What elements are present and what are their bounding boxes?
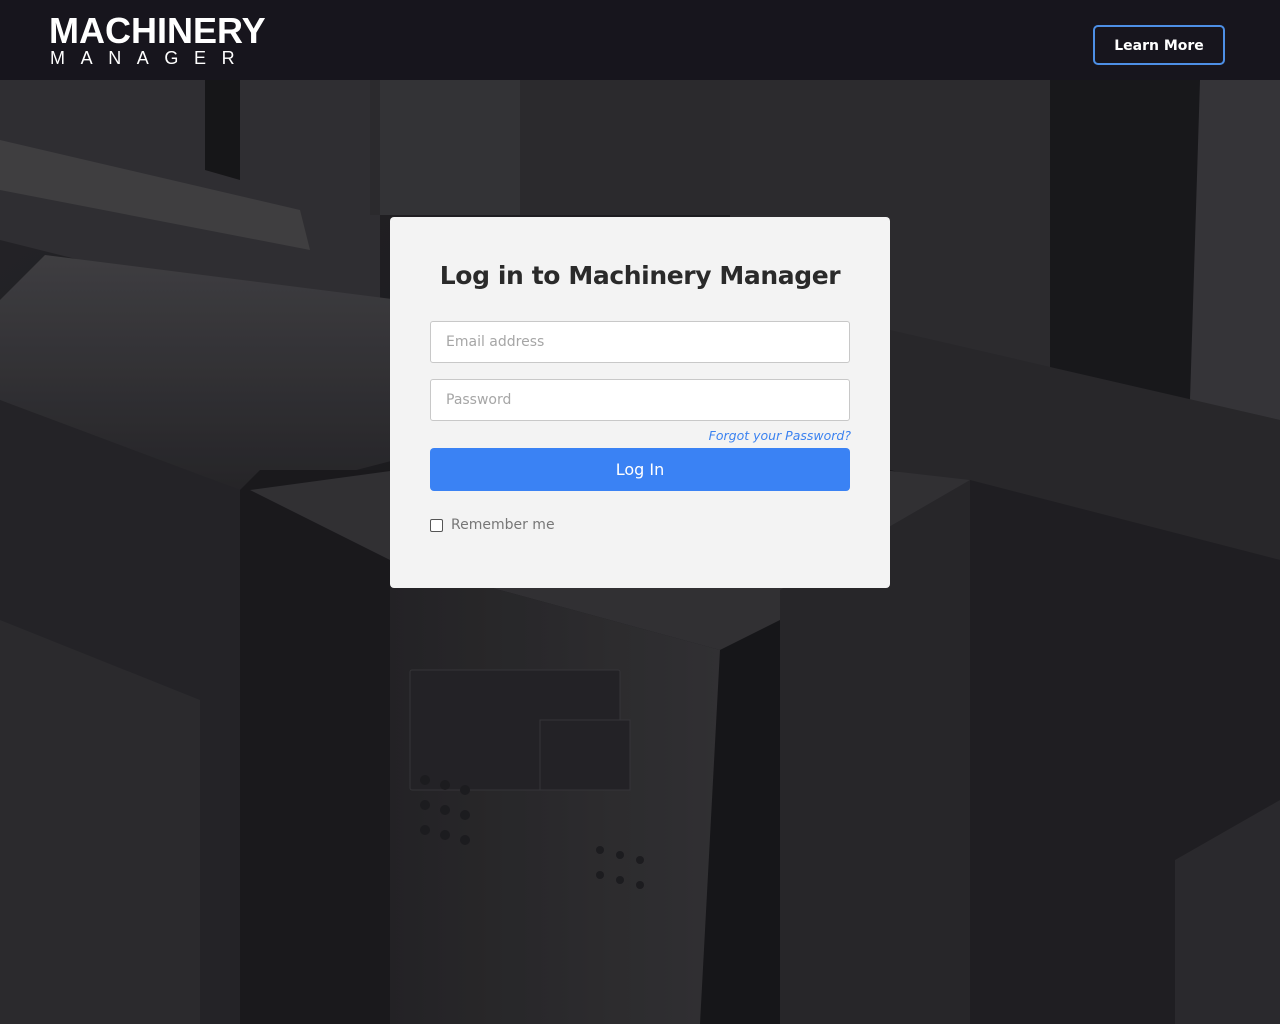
remember-me-label: Remember me (451, 517, 555, 533)
forgot-password-link[interactable]: Forgot your Password? (709, 428, 851, 443)
top-navigation-bar: MACHINERY MANAGER Learn More (0, 0, 1280, 80)
remember-me-checkbox[interactable] (430, 518, 443, 532)
password-input[interactable] (430, 379, 850, 421)
email-input[interactable] (430, 321, 850, 363)
login-card: Log in to Machinery Manager Forgot your … (390, 217, 890, 588)
logo-text-top: MACHINERY (49, 10, 266, 51)
remember-me-toggle[interactable]: Remember me (430, 517, 555, 533)
machinery-manager-logo[interactable]: MACHINERY MANAGER (49, 13, 269, 69)
logo-text-bottom: MANAGER (50, 48, 251, 68)
login-title: Log in to Machinery Manager (439, 261, 841, 290)
login-button[interactable]: Log In (430, 448, 850, 491)
learn-more-button[interactable]: Learn More (1093, 25, 1225, 65)
